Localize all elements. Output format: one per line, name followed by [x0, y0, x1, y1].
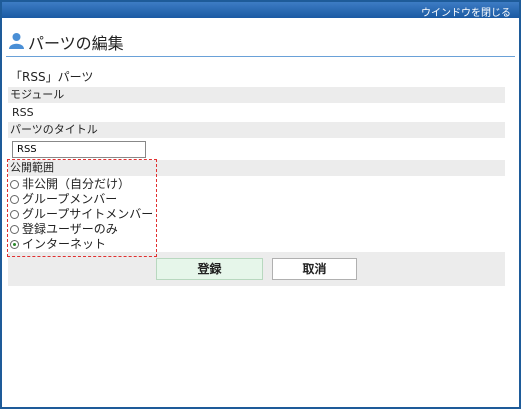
button-bar: 登録 取消: [8, 252, 505, 286]
part-title-input[interactable]: [12, 141, 146, 158]
section-title: 「RSS」パーツ: [10, 70, 94, 84]
page-header: パーツの編集: [2, 18, 519, 58]
module-value: RSS: [12, 106, 34, 119]
close-window-link[interactable]: ウインドウを閉じる: [421, 4, 511, 19]
window-top-bar: ウインドウを閉じる: [2, 2, 519, 19]
visibility-highlight-box: [7, 159, 157, 257]
header-divider: [6, 56, 515, 57]
part-title-label: パーツのタイトル: [8, 122, 505, 138]
page-title: パーツの編集: [28, 34, 124, 53]
cancel-button[interactable]: 取消: [272, 258, 357, 280]
register-button[interactable]: 登録: [156, 258, 263, 280]
module-label: モジュール: [8, 87, 505, 103]
person-icon: [9, 33, 24, 49]
edit-parts-window: ウインドウを閉じる パーツの編集 「RSS」パーツ モジュール RSS パーツの…: [0, 0, 521, 409]
